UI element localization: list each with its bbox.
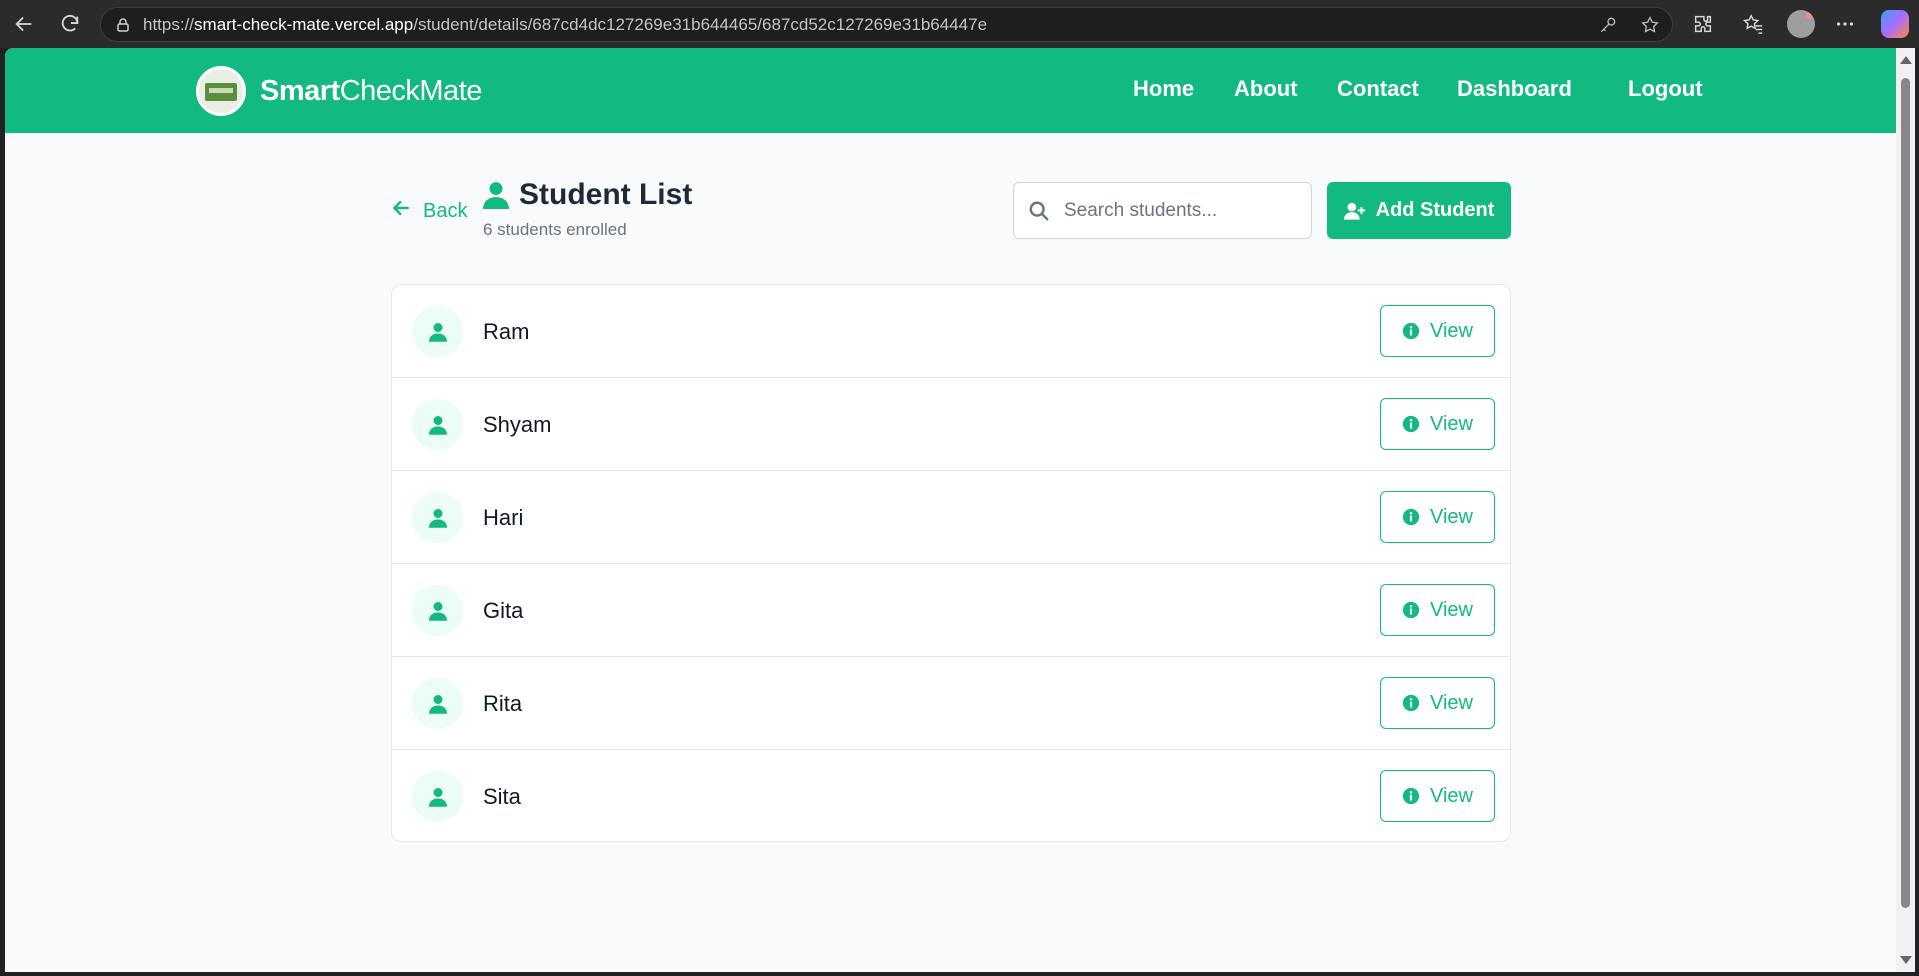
browser-reload-icon[interactable] <box>56 10 84 38</box>
info-circle-icon <box>1402 508 1420 526</box>
nav-contact-link[interactable]: Contact <box>1337 76 1419 102</box>
view-label: View <box>1430 412 1473 435</box>
student-list: Ram View Shyam View Hari View Gita View … <box>391 284 1511 842</box>
student-name: Ram <box>483 319 530 344</box>
view-button[interactable]: View <box>1380 677 1495 729</box>
search-input[interactable] <box>1064 199 1294 222</box>
student-name: Sita <box>483 784 521 809</box>
student-name: Rita <box>483 691 523 716</box>
scroll-up-icon[interactable] <box>1900 56 1912 64</box>
view-button[interactable]: View <box>1380 770 1495 822</box>
browser-back-icon[interactable] <box>10 10 38 38</box>
student-name: Shyam <box>483 412 552 437</box>
info-circle-icon <box>1402 601 1420 619</box>
view-label: View <box>1430 319 1473 342</box>
user-plus-icon <box>1343 202 1366 220</box>
page-viewport: SmartCheckMate Home About Contact Dashbo… <box>5 48 1896 972</box>
view-label: View <box>1430 784 1473 807</box>
user-icon <box>412 771 463 822</box>
student-name: Hari <box>483 505 524 530</box>
scrollbar-thumb[interactable] <box>1901 78 1910 908</box>
page-heading: Student List 6 students enrolled <box>483 178 692 240</box>
student-row: Sita View <box>392 750 1510 841</box>
nav-home-link[interactable]: Home <box>1133 76 1194 102</box>
brand-logo <box>196 66 246 116</box>
view-button[interactable]: View <box>1380 398 1495 450</box>
profile-avatar[interactable] <box>1787 10 1815 38</box>
nav-about-link[interactable]: About <box>1234 76 1298 102</box>
student-row: Hari View <box>392 471 1510 564</box>
student-row: Rita View <box>392 657 1510 750</box>
user-icon <box>412 492 463 543</box>
key-icon[interactable] <box>1598 15 1618 40</box>
search-icon <box>1028 200 1050 222</box>
nav-dashboard-link[interactable]: Dashboard <box>1457 76 1572 102</box>
arrow-left-icon <box>391 198 411 224</box>
info-circle-icon <box>1402 694 1420 712</box>
url-text: https://smart-check-mate.vercel.app/stud… <box>143 14 988 34</box>
info-circle-icon <box>1402 415 1420 433</box>
search-box[interactable] <box>1013 182 1312 239</box>
student-row: Gita View <box>392 564 1510 657</box>
user-icon <box>412 585 463 636</box>
user-icon <box>412 306 463 357</box>
view-button[interactable]: View <box>1380 305 1495 357</box>
info-circle-icon <box>1402 322 1420 340</box>
browser-toolbar: https://smart-check-mate.vercel.app/stud… <box>0 0 1919 48</box>
enrolled-count: 6 students enrolled <box>483 220 627 239</box>
extensions-icon[interactable] <box>1690 11 1716 37</box>
student-name: Gita <box>483 598 524 623</box>
brand[interactable]: SmartCheckMate <box>196 66 482 116</box>
lock-icon <box>115 17 131 33</box>
favorites-icon[interactable] <box>1740 11 1766 37</box>
student-row: Shyam View <box>392 378 1510 471</box>
user-icon <box>412 399 463 450</box>
address-bar[interactable]: https://smart-check-mate.vercel.app/stud… <box>100 7 1673 42</box>
view-button[interactable]: View <box>1380 584 1495 636</box>
brand-name: SmartCheckMate <box>260 74 482 107</box>
info-circle-icon <box>1402 787 1420 805</box>
view-label: View <box>1430 691 1473 714</box>
user-icon <box>483 181 509 209</box>
page-title: Student List <box>519 178 693 211</box>
view-label: View <box>1430 505 1473 528</box>
copilot-icon[interactable] <box>1881 10 1909 38</box>
page-scrollbar[interactable] <box>1896 48 1915 972</box>
view-label: View <box>1430 598 1473 621</box>
favorite-star-icon[interactable] <box>1640 15 1660 40</box>
view-button[interactable]: View <box>1380 491 1495 543</box>
add-student-button[interactable]: Add Student <box>1327 182 1511 239</box>
back-label: Back <box>423 199 468 222</box>
student-row: Ram View <box>392 285 1510 378</box>
scroll-down-icon[interactable] <box>1900 956 1912 964</box>
notification-dot <box>1806 11 1814 19</box>
user-icon <box>412 678 463 729</box>
add-student-label: Add Student <box>1375 199 1495 221</box>
more-menu-icon[interactable] <box>1832 11 1858 37</box>
app-navbar: SmartCheckMate Home About Contact Dashbo… <box>5 48 1896 133</box>
nav-logout-link[interactable]: Logout <box>1628 76 1703 102</box>
back-link[interactable]: Back <box>391 198 467 224</box>
